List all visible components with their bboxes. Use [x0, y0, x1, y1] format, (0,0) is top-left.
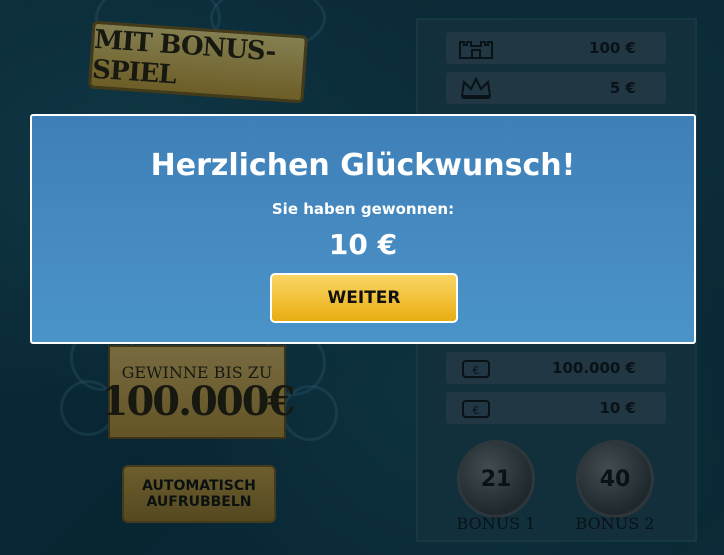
continue-button[interactable]: WEITER	[270, 273, 458, 323]
win-title: Herzlichen Glückwunsch!	[150, 148, 576, 183]
continue-button-label: WEITER	[327, 288, 401, 308]
win-subtitle: Sie haben gewonnen:	[271, 200, 455, 218]
win-dialog: Herzlichen Glückwunsch! Sie haben gewonn…	[30, 114, 696, 344]
win-amount: 10 €	[328, 228, 398, 261]
